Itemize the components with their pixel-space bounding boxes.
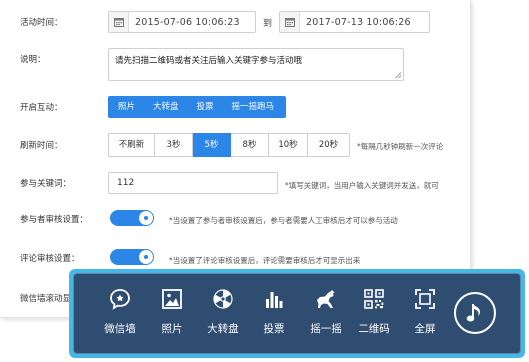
start-date-value: 2015-07-06 10:06:23: [135, 17, 240, 28]
wheel-icon: [213, 289, 233, 309]
toolbar-item-wheel[interactable]: 大转盘: [198, 274, 248, 353]
music-toggle-button[interactable]: [454, 292, 496, 334]
participant-review-toggle[interactable]: [110, 210, 154, 226]
interaction-shake-button[interactable]: 摇一摇跑马: [223, 96, 287, 118]
refresh-segmented-control: 不刷新 3秒 5秒 8秒 10秒 20秒: [108, 133, 350, 157]
calendar-icon: [109, 12, 129, 32]
participant-review-label: 参与者审核设置：: [20, 215, 89, 225]
toolbar-label-shake: 摇一摇: [310, 323, 342, 335]
toolbar-label-qrcode: 二维码: [358, 323, 390, 335]
toolbar-item-qrcode[interactable]: 二维码: [349, 274, 399, 353]
photo-icon: [162, 289, 182, 309]
toolbar-label-vote: 投票: [263, 323, 285, 335]
end-date-value: 2017-07-13 10:06:26: [306, 17, 411, 28]
to-label: 到: [263, 19, 273, 29]
keyword-input[interactable]: 112: [108, 172, 278, 194]
keyword-value: 112: [117, 178, 135, 188]
interaction-wheel-button[interactable]: 大转盘: [144, 96, 188, 118]
horse-icon: [317, 290, 335, 308]
activity-time-label: 活动时间：: [20, 18, 63, 28]
comment-review-toggle[interactable]: [110, 249, 154, 265]
refresh-option-5s[interactable]: 5秒: [193, 133, 231, 157]
toolbar-item-fullscreen[interactable]: 全屏: [400, 274, 450, 353]
refresh-option-20s[interactable]: 20秒: [308, 133, 350, 157]
scroll-display-label: 微信墙滚动显: [20, 294, 72, 304]
toolbar-item-wechat-wall[interactable]: 微信墙: [95, 274, 145, 353]
description-label: 说明：: [20, 55, 46, 65]
toolbar-item-vote[interactable]: 投票: [249, 274, 299, 353]
toolbar-panel: 微信墙 照片 大转盘 投票 摇一摇 二维码 全屏: [73, 273, 521, 354]
end-date-field[interactable]: 2017-07-13 10:06:26: [279, 11, 430, 33]
participant-review-hint: *当设置了参与者审核设置后，参与者需要人工审核后才可以参与活动: [169, 216, 398, 225]
comment-review-label: 评论审核设置：: [20, 254, 80, 264]
refresh-option-10s[interactable]: 10秒: [269, 133, 308, 157]
refresh-option-3s[interactable]: 3秒: [155, 133, 193, 157]
toolbar-label-wechat-wall: 微信墙: [104, 323, 136, 335]
wechat-wall-icon: [110, 289, 130, 310]
refresh-option-none[interactable]: 不刷新: [108, 133, 155, 157]
keyword-hint: *填写关键词，当用户输入关键词并发送，就可: [285, 181, 439, 190]
refresh-hint: *每隔几秒钟刷新一次评论: [357, 142, 444, 151]
fullscreen-icon: [415, 289, 435, 309]
refresh-option-8s[interactable]: 8秒: [231, 133, 269, 157]
music-note-icon: [466, 304, 480, 322]
toolbar-label-wheel: 大转盘: [207, 323, 239, 335]
description-value: 请先扫描二维码或者关注后输入关键字参与活动哦: [115, 56, 303, 66]
interaction-vote-button[interactable]: 投票: [188, 96, 223, 118]
description-textarea[interactable]: 请先扫描二维码或者关注后输入关键字参与活动哦: [108, 48, 404, 81]
toolbar-label-photo: 照片: [161, 323, 183, 335]
toggle-knob: [139, 250, 153, 264]
comment-review-hint: *当设置了评论审核设置后，评论需要审核后才可显示出来: [169, 256, 361, 265]
toolbar-item-shake[interactable]: 摇一摇: [301, 274, 351, 353]
toolbar-label-fullscreen: 全屏: [414, 323, 436, 335]
calendar-icon: [280, 12, 300, 32]
qrcode-icon: [364, 289, 384, 309]
interaction-button-group: 照片 大转盘 投票 摇一摇跑马: [108, 96, 287, 118]
refresh-time-label: 刷新时间：: [20, 141, 63, 151]
toolbar-item-photo[interactable]: 照片: [147, 274, 197, 353]
toggle-knob: [139, 211, 153, 225]
vote-icon: [266, 292, 283, 308]
open-interaction-label: 开启互动：: [20, 103, 63, 113]
start-date-field[interactable]: 2015-07-06 10:06:23: [108, 11, 256, 33]
resize-grip-icon[interactable]: [395, 72, 401, 78]
interaction-photo-button[interactable]: 照片: [108, 96, 144, 118]
floating-toolbar: 微信墙 照片 大转盘 投票 摇一摇 二维码 全屏: [69, 269, 525, 358]
keyword-label: 参与关键词：: [20, 179, 72, 189]
